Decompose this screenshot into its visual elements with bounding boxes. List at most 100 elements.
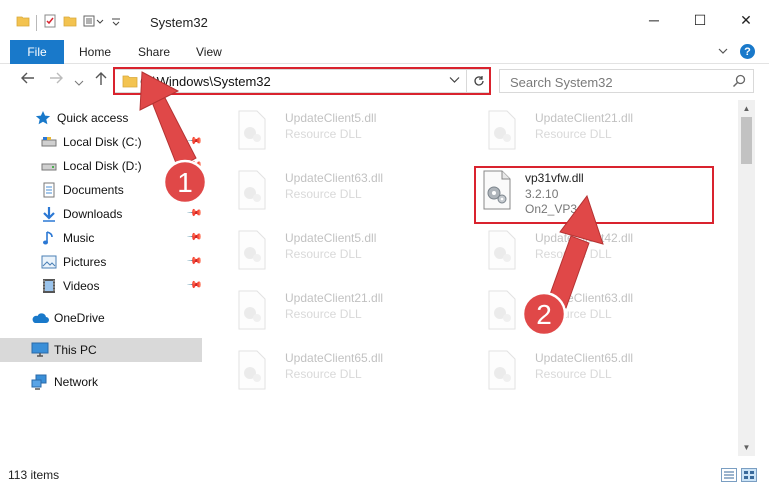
sidebar-item-label: Documents	[63, 183, 124, 197]
sidebar-item-label: Quick access	[57, 111, 129, 125]
sidebar-item-quick-access[interactable]: Quick access	[0, 106, 205, 130]
file-type: Resource DLL	[285, 307, 362, 321]
pin-icon: 📌	[185, 277, 203, 294]
sidebar-item-documents[interactable]: Documents 📌	[0, 178, 205, 202]
sidebar-item-this-pc[interactable]: This PC	[0, 338, 202, 362]
tab-share[interactable]: Share	[138, 40, 170, 64]
sidebar-item-music[interactable]: Music 📌	[0, 226, 205, 250]
tab-file[interactable]: File	[10, 40, 64, 64]
file-name: UpdateClient42.dll	[535, 231, 634, 245]
file-highlight-box	[474, 166, 714, 224]
dll-file-icon	[488, 350, 516, 390]
drive-icon	[40, 133, 58, 151]
file-type: Resource DLL	[535, 127, 612, 141]
file-type: Resource DLL	[285, 127, 362, 141]
search-input[interactable]: Search System32	[510, 75, 613, 90]
file-item[interactable]: UpdateClient21.dll Resource DLL	[465, 104, 695, 160]
file-type: Resource DLL	[285, 187, 362, 201]
folder-icon	[16, 14, 30, 31]
file-item[interactable]: UpdateClient5.dll Resource DLL	[215, 104, 445, 160]
file-item[interactable]: UpdateClient63.dll Resource DLL	[465, 284, 695, 340]
back-button[interactable]	[20, 71, 36, 90]
details-view-icon	[724, 471, 734, 479]
pictures-icon	[40, 253, 58, 271]
file-name: UpdateClient65.dll	[285, 351, 384, 365]
forward-button[interactable]	[48, 71, 64, 90]
large-icons-view-icon	[744, 471, 754, 479]
up-arrow-icon	[95, 72, 107, 85]
download-icon	[40, 205, 58, 223]
sidebar-item-onedrive[interactable]: OneDrive	[0, 306, 205, 330]
dropdown-arrow-icon[interactable]	[111, 16, 121, 30]
title-bar: System32 ─ ☐ ✕	[0, 0, 769, 40]
dll-file-icon	[238, 110, 266, 150]
new-folder-icon[interactable]	[63, 14, 77, 31]
item-count: 113 items	[8, 468, 60, 482]
window-controls: ─ ☐ ✕	[631, 0, 769, 40]
file-item[interactable]: UpdateClient65.dll Resource DLL	[215, 344, 445, 400]
sidebar-item-downloads[interactable]: Downloads 📌	[0, 202, 205, 226]
scroll-up-button[interactable]: ▲	[738, 100, 755, 117]
minimize-button[interactable]: ─	[631, 0, 677, 40]
pin-icon: 📌	[185, 181, 203, 198]
scroll-down-button[interactable]: ▼	[738, 439, 755, 456]
file-list: UpdateClient5.dll Resource DLL UpdateCli…	[205, 100, 740, 460]
address-highlight-box	[113, 67, 491, 95]
computer-icon	[31, 341, 49, 359]
ribbon-tabs: File Home Share View ?	[0, 40, 769, 64]
customize-toolbar-icon[interactable]	[83, 14, 105, 31]
dll-file-icon	[488, 290, 516, 330]
dll-file-icon	[488, 230, 516, 270]
properties-icon[interactable]	[43, 14, 57, 31]
quick-access-toolbar	[16, 14, 121, 31]
dll-file-icon	[488, 110, 516, 150]
file-item[interactable]: UpdateClient21.dll Resource DLL	[215, 284, 445, 340]
file-type: Resource DLL	[535, 367, 612, 381]
sidebar-item-label: Pictures	[63, 255, 107, 269]
status-bar: 113 items	[0, 460, 769, 490]
drive-icon	[40, 157, 58, 175]
vertical-scrollbar[interactable]: ▲ ▼	[738, 100, 755, 456]
navigation-bar: C:\Windows\System32 Search System32	[0, 64, 769, 98]
file-name: UpdateClient21.dll	[285, 291, 384, 305]
sidebar-item-label: Local Disk (D:)	[63, 159, 142, 173]
scroll-thumb[interactable]	[741, 117, 752, 164]
file-item[interactable]: UpdateClient65.dll Resource DLL	[465, 344, 695, 400]
view-buttons	[721, 468, 757, 482]
file-name: UpdateClient65.dll	[535, 351, 634, 365]
dll-file-icon	[238, 350, 266, 390]
sidebar-item-local-disk-c[interactable]: Local Disk (C:) 📌	[0, 130, 205, 154]
sidebar-item-label: OneDrive	[54, 311, 105, 325]
file-name: UpdateClient5.dll	[285, 231, 377, 245]
sidebar-item-videos[interactable]: Videos 📌	[0, 274, 205, 298]
close-button[interactable]: ✕	[723, 0, 769, 40]
ribbon-right: ?	[718, 44, 755, 59]
sidebar-item-network[interactable]: Network	[0, 370, 205, 394]
help-icon[interactable]: ?	[740, 44, 755, 59]
sidebar-item-label: Downloads	[63, 207, 123, 221]
dll-file-icon	[238, 170, 266, 210]
sidebar-item-local-disk-d[interactable]: Local Disk (D:) 📌	[0, 154, 205, 178]
details-view-button[interactable]	[721, 468, 737, 482]
sidebar-item-label: Videos	[63, 279, 100, 293]
large-icons-view-button[interactable]	[741, 468, 757, 482]
file-item[interactable]: UpdateClient63.dll Resource DLL	[215, 164, 445, 220]
expand-ribbon-icon[interactable]	[718, 45, 728, 59]
up-button[interactable]	[94, 71, 108, 92]
tab-view[interactable]: View	[196, 40, 222, 64]
music-icon	[40, 229, 58, 247]
tab-home[interactable]: Home	[79, 40, 111, 64]
file-name: UpdateClient5.dll	[285, 111, 377, 125]
search-box[interactable]: Search System32	[499, 69, 754, 93]
forward-arrow-icon	[50, 72, 63, 84]
file-name: UpdateClient63.dll	[535, 291, 634, 305]
recent-locations-button[interactable]	[74, 75, 84, 93]
network-icon	[31, 373, 49, 391]
file-type: Resource DLL	[535, 247, 612, 261]
file-item[interactable]: UpdateClient42.dll Resource DLL	[465, 224, 695, 280]
sidebar-item-label: This PC	[54, 343, 97, 357]
sidebar-item-pictures[interactable]: Pictures 📌	[0, 250, 205, 274]
maximize-button[interactable]: ☐	[677, 0, 723, 40]
file-item[interactable]: UpdateClient5.dll Resource DLL	[215, 224, 445, 280]
sidebar-item-label: Network	[54, 375, 99, 389]
